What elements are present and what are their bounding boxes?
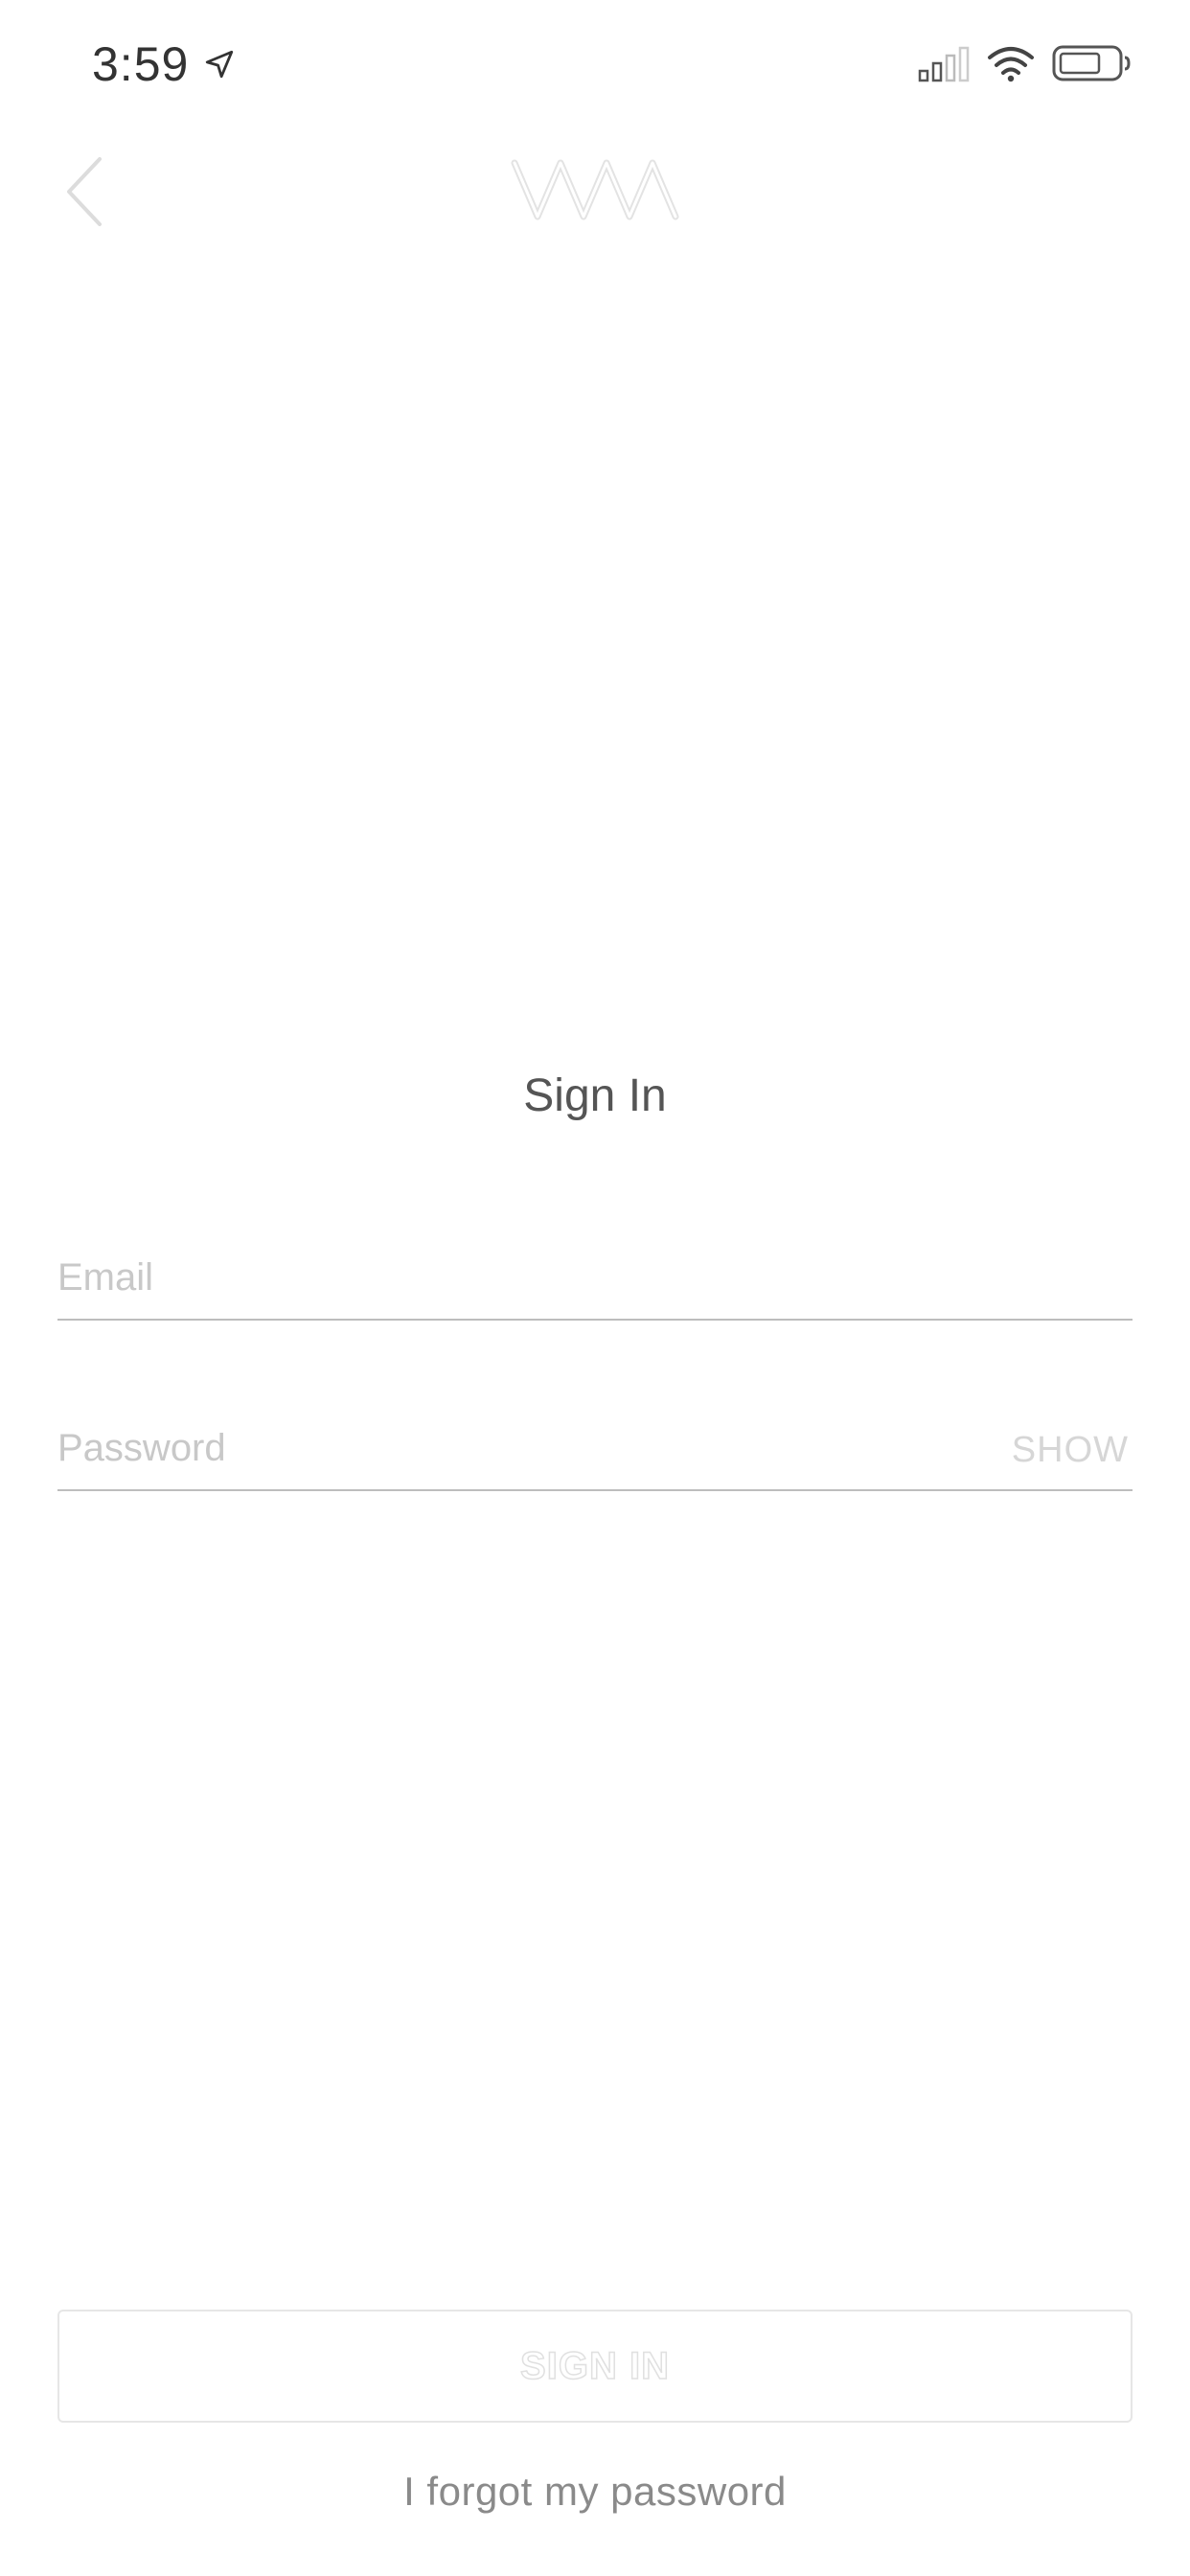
wave-logo-icon [511, 159, 679, 220]
email-field-container [57, 1223, 1133, 1321]
battery-icon [1052, 45, 1131, 81]
email-field[interactable] [57, 1244, 920, 1311]
sign-in-button[interactable]: SIGN IN [57, 2310, 1133, 2423]
chevron-left-icon [67, 157, 102, 226]
password-field[interactable] [57, 1414, 920, 1482]
password-field-container: SHOW [57, 1393, 1133, 1491]
cellular-signal-icon [918, 46, 970, 82]
status-time: 3:59 [92, 37, 190, 91]
wifi-icon [988, 47, 1034, 82]
status-bar: 3:59 [0, 0, 1190, 126]
show-password-toggle[interactable]: SHOW [1012, 1426, 1129, 1474]
back-button[interactable] [57, 151, 115, 232]
page-title: Sign In [523, 1070, 667, 1121]
forgot-password-link[interactable]: I forgot my password [0, 2463, 1190, 2520]
location-arrow-icon [205, 50, 234, 79]
